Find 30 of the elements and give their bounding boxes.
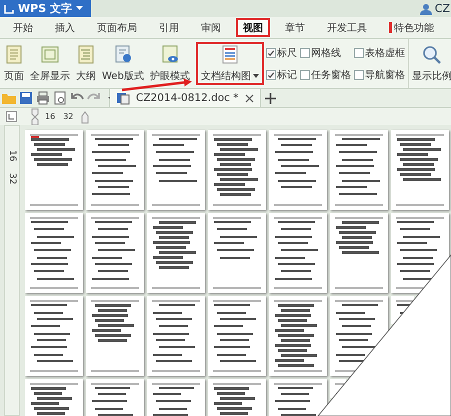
menu-tab[interactable]: 视图	[236, 18, 270, 37]
checkbox-label: 导航窗格	[364, 68, 405, 82]
document-title[interactable]: CZ2014-0812.doc *	[136, 92, 239, 104]
ribbon-button[interactable]: 文档结构图	[196, 42, 264, 85]
menu-tab[interactable]: 引用	[152, 18, 186, 37]
app-menu-button[interactable]: WPS 文字	[0, 0, 91, 17]
checkbox-label: 任务窗格	[310, 68, 351, 82]
checkbox-label: 表格虚框	[364, 46, 405, 60]
menu-tab[interactable]: 章节	[278, 18, 312, 37]
ribbon-button[interactable]: Web版式	[99, 41, 147, 86]
ruler-number: 32	[63, 112, 74, 121]
ribbon-button[interactable]: 大纲	[73, 41, 99, 86]
ribbon-button[interactable]: 护眼模式	[146, 41, 193, 86]
ruler-number: 16	[7, 150, 18, 162]
menu-tab[interactable]: 开始	[6, 18, 40, 37]
ruler-number: 16	[45, 112, 56, 121]
menu-tab[interactable]: 特色功能	[382, 18, 441, 37]
menu-tab[interactable]: 审阅	[194, 18, 228, 37]
zoom-button[interactable]: 显示比例	[408, 41, 451, 86]
user-name[interactable]: CZ	[434, 2, 450, 15]
checkbox-label: 网格线	[310, 46, 341, 60]
document-tab[interactable]: CZ2014-0812.doc *	[110, 89, 261, 107]
ribbon-button[interactable]: 页面	[1, 41, 27, 86]
ruler-number: 32	[7, 173, 18, 185]
menu-tab[interactable]: 插入	[48, 18, 82, 37]
ribbon-button[interactable]: 全屏显示	[27, 41, 73, 86]
checkbox-label: 标尺	[276, 46, 297, 60]
checkbox-label: 标记	[276, 68, 297, 82]
menu-tab[interactable]: 开发工具	[320, 18, 374, 37]
menu-tab[interactable]: 页面布局	[90, 18, 144, 37]
